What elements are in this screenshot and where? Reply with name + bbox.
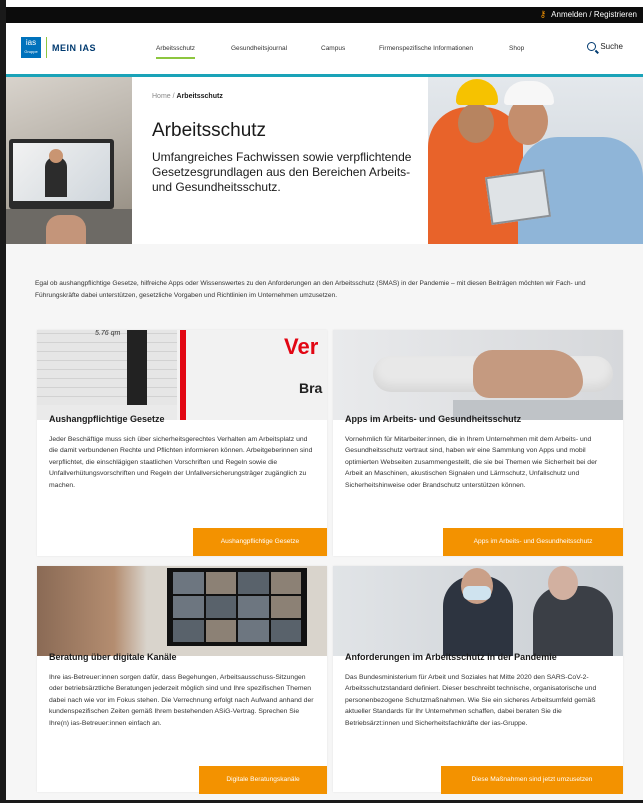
card-anforderungen-pandemie: Anforderungen im Arbeitsschutz in der Pa… bbox=[333, 566, 623, 794]
card-image-hand-phone bbox=[333, 330, 623, 420]
card-title: Aushangpflichtige Gesetze bbox=[49, 414, 165, 424]
card-text: Ihre ias-Betreuer:innen sorgen dafür, da… bbox=[49, 674, 314, 727]
nav-item-campus[interactable]: Campus bbox=[321, 45, 345, 52]
search-button[interactable]: Suche bbox=[587, 42, 623, 51]
logo-divider bbox=[46, 37, 47, 58]
card-title: Beratung über digitale Kanäle bbox=[49, 652, 177, 662]
nav-item-arbeitsschutz[interactable]: Arbeitsschutz bbox=[156, 45, 196, 59]
aushangpflichtige-gesetze-button[interactable]: Aushangpflichtige Gesetze bbox=[193, 528, 327, 556]
page-title: Arbeitsschutz bbox=[152, 120, 267, 141]
key-icon: ⚷ bbox=[539, 9, 547, 19]
card-text: Jeder Beschäftige muss sich über sicherh… bbox=[49, 436, 313, 489]
image-text-measure: 5.76 qm bbox=[95, 330, 121, 337]
card-text: Das Bundesministerium für Arbeit und Soz… bbox=[345, 674, 597, 727]
login-link[interactable]: ⚷ Anmelden / Registrieren bbox=[539, 9, 637, 20]
card-image-masked-people bbox=[333, 566, 623, 656]
top-bar: ⚷ Anmelden / Registrieren bbox=[6, 7, 643, 23]
logo-wordmark[interactable]: MEIN IAS bbox=[52, 43, 96, 53]
apps-arbeitsschutz-button[interactable]: Apps im Arbeits- und Gesundheitsschutz bbox=[443, 528, 623, 556]
card-beratung-digitale-kanaele: Beratung über digitale Kanäle Ihre ias-B… bbox=[37, 566, 327, 794]
hero-image-workers bbox=[428, 77, 643, 244]
face-mask bbox=[463, 586, 491, 600]
card-text: Vornehmlich für Mitarbeiter:innen, die i… bbox=[345, 436, 598, 489]
breadcrumb-current: Arbeitsschutz bbox=[176, 93, 223, 100]
breadcrumb-home[interactable]: Home bbox=[152, 93, 171, 100]
card-apps-arbeitsschutz: Apps im Arbeits- und Gesundheitsschutz V… bbox=[333, 330, 623, 556]
card-title: Apps im Arbeits- und Gesundheitsschutz bbox=[345, 414, 522, 424]
tablet-illustration bbox=[484, 169, 552, 225]
login-label: Anmelden / Registrieren bbox=[551, 10, 637, 19]
image-text-poster: Ver bbox=[284, 334, 319, 359]
logo-sub-text: Gruppe bbox=[24, 49, 38, 54]
hardhat-white bbox=[504, 81, 554, 105]
card-aushangpflichtige-gesetze: 5.76 qm Ver Bra Aushangpflichtige Gesetz… bbox=[37, 330, 327, 556]
card-image-blueprint: 5.76 qm Ver Bra bbox=[37, 330, 327, 420]
nav-item-firmenspezifische-informationen[interactable]: Firmenspezifische Informationen bbox=[379, 45, 473, 52]
search-label: Suche bbox=[600, 42, 623, 51]
nav-item-gesundheitsjournal[interactable]: Gesundheitsjournal bbox=[231, 45, 287, 52]
card-image-video-conference bbox=[37, 566, 327, 656]
search-icon bbox=[587, 42, 597, 51]
hero-image-video-call bbox=[6, 77, 132, 244]
digitale-beratungskanaele-button[interactable]: Digitale Beratungskanäle bbox=[199, 766, 327, 794]
laptop-illustration bbox=[9, 139, 114, 209]
ias-logo[interactable]: ias Gruppe bbox=[21, 37, 41, 58]
page-subtitle: Umfangreiches Fachwissen sowie verpflich… bbox=[152, 150, 412, 194]
card-title: Anforderungen im Arbeitsschutz in der Pa… bbox=[345, 652, 557, 662]
logo-main-text: ias bbox=[25, 38, 37, 47]
breadcrumb: Home / Arbeitsschutz bbox=[152, 93, 223, 100]
image-text-poster-2: Bra bbox=[299, 380, 323, 396]
hardhat-yellow bbox=[456, 79, 498, 105]
nav-item-shop[interactable]: Shop bbox=[509, 45, 524, 52]
massnahmen-umsetzen-button[interactable]: Diese Maßnahmen sind jetzt umzusetzen bbox=[441, 766, 623, 794]
site-header: ias Gruppe MEIN IAS Arbeitsschutz Gesund… bbox=[6, 23, 643, 76]
intro-text: Egal ob aushangpflichtige Gesetze, hilfr… bbox=[35, 280, 586, 299]
